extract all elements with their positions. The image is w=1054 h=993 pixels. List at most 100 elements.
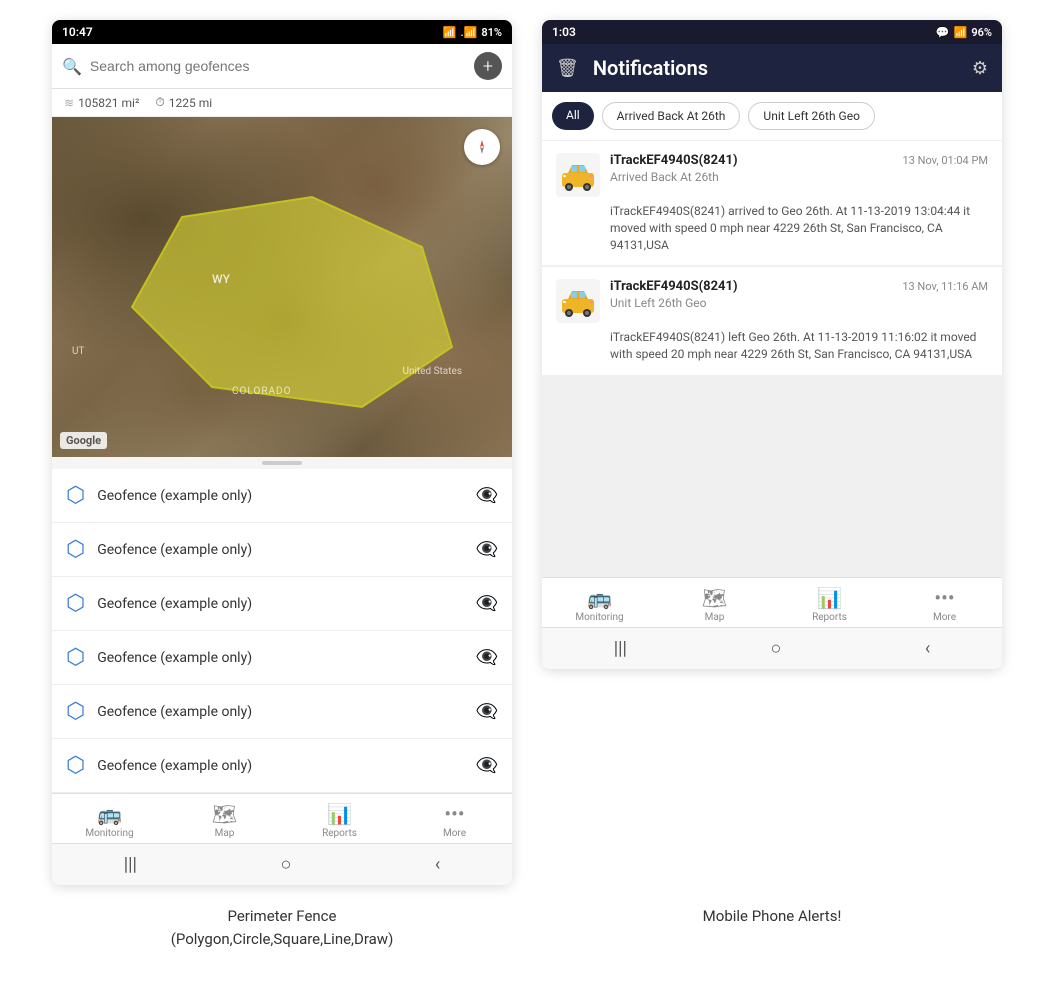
scroll-indicator [52, 457, 512, 469]
geofence-icon-4: ⬡ [66, 645, 85, 670]
map-container[interactable]: WY COLORADO United States UT Google [52, 117, 512, 457]
timestamp-2: 13 Nov, 11:16 AM [902, 280, 988, 293]
nav-more-left[interactable]: ••• More [397, 802, 512, 839]
geofence-icon-2: ⬡ [66, 537, 85, 562]
car-avatar-2 [556, 279, 600, 323]
nav-reports-right[interactable]: 📊 Reports [772, 586, 887, 623]
nav-map-left[interactable]: 🗺 Map [167, 802, 282, 839]
notif-description-2: iTrackEF4940S(8241) left Geo 26th. At 11… [610, 329, 988, 363]
geofence-visibility-6[interactable]: 👁‍🗨 [476, 755, 498, 776]
nav-monitoring-right[interactable]: 🚌 Monitoring [542, 586, 657, 623]
right-phone: 1:03 💬 📶 96% 🗑 Notifications ⚙ All Arriv… [542, 20, 1002, 669]
geofence-item-6[interactable]: ⬡ Geofence (example only) 👁‍🗨 [52, 739, 512, 793]
notif-description-1: iTrackEF4940S(8241) arrived to Geo 26th.… [610, 203, 988, 253]
settings-button[interactable]: ⚙ [972, 58, 988, 79]
map-label-wy: WY [212, 272, 230, 286]
nav-reports-left[interactable]: 📊 Reports [282, 802, 397, 839]
reports-icon-right: 📊 [817, 586, 842, 610]
search-bar: 🔍 + [52, 44, 512, 89]
more-icon-right: ••• [934, 586, 954, 610]
monitoring-label-right: Monitoring [575, 612, 623, 623]
map-icon: 🗺 [212, 802, 237, 826]
captions-row: Perimeter Fence(Polygon,Circle,Square,Li… [0, 895, 1054, 960]
geofence-name-5: Geofence (example only) [97, 704, 463, 720]
android-home-right[interactable]: ○ [770, 638, 781, 659]
wifi-icon-right: 📶 [954, 26, 968, 39]
geofence-item-5[interactable]: ⬡ Geofence (example only) 👁‍🗨 [52, 685, 512, 739]
geofence-name-3: Geofence (example only) [97, 596, 463, 612]
geofence-visibility-4[interactable]: 👁‍🗨 [476, 647, 498, 668]
map-label: Map [215, 828, 235, 839]
area-stat: ≋ 105821 mi² [64, 96, 139, 110]
geofence-name-4: Geofence (example only) [97, 650, 463, 666]
area-value: 105821 mi² [78, 96, 139, 110]
signal-icon: .📶 [460, 26, 477, 39]
geofence-item-2[interactable]: ⬡ Geofence (example only) 👁‍🗨 [52, 523, 512, 577]
notif-meta-1: iTrackEF4940S(8241) 13 Nov, 01:04 PM Arr… [610, 153, 988, 184]
android-back-right[interactable]: ‹ [925, 638, 930, 659]
compass-button[interactable] [464, 129, 500, 165]
more-label-right: More [933, 612, 956, 623]
notification-card-1[interactable]: iTrackEF4940S(8241) 13 Nov, 01:04 PM Arr… [542, 141, 1002, 265]
geofence-visibility-5[interactable]: 👁‍🗨 [476, 701, 498, 722]
event-type-2: Unit Left 26th Geo [610, 296, 988, 310]
monitoring-icon: 🚌 [97, 802, 122, 826]
geofence-list: ⬡ Geofence (example only) 👁‍🗨 ⬡ Geofence… [52, 469, 512, 793]
notif-header-row-1: iTrackEF4940S(8241) 13 Nov, 01:04 PM [610, 153, 988, 168]
notifications-list: iTrackEF4940S(8241) 13 Nov, 01:04 PM Arr… [542, 141, 1002, 577]
geofence-item-3[interactable]: ⬡ Geofence (example only) 👁‍🗨 [52, 577, 512, 631]
status-bar-right: 1:03 💬 📶 96% [542, 20, 1002, 44]
android-recent-right[interactable]: ||| [614, 638, 627, 659]
notification-card-2[interactable]: iTrackEF4940S(8241) 13 Nov, 11:16 AM Uni… [542, 267, 1002, 375]
stats-bar: ≋ 105821 mi² ⏱ 1225 mi [52, 89, 512, 117]
page-title: Notifications [593, 56, 958, 80]
caption-right: Mobile Phone Alerts! [542, 905, 1002, 950]
status-icons-right: 💬 📶 96% [936, 26, 992, 39]
left-phone: 10:47 📶 .📶 81% 🔍 + ≋ 105821 mi² ⏱ 1225 m… [52, 20, 512, 885]
compass-icon [473, 138, 491, 156]
map-label-us: United States [402, 366, 462, 377]
monitoring-icon-right: 🚌 [587, 586, 612, 610]
empty-area [542, 377, 1002, 577]
chat-icon: 💬 [936, 26, 950, 39]
device-name-2: iTrackEF4940S(8241) [610, 279, 738, 294]
android-nav-left: ||| ○ ‹ [52, 843, 512, 885]
filter-tab-left[interactable]: Unit Left 26th Geo [748, 102, 875, 130]
filter-tabs: All Arrived Back At 26th Unit Left 26th … [542, 92, 1002, 141]
search-input[interactable] [90, 58, 466, 74]
map-icon-right: 🗺 [702, 586, 727, 610]
geofence-visibility-3[interactable]: 👁‍🗨 [476, 593, 498, 614]
delete-button[interactable]: 🗑 [556, 58, 579, 79]
car-avatar-1 [556, 153, 600, 197]
geofence-item-1[interactable]: ⬡ Geofence (example only) 👁‍🗨 [52, 469, 512, 523]
more-icon-left: ••• [444, 802, 464, 826]
android-back-left[interactable]: ‹ [435, 854, 440, 875]
time-left: 10:47 [62, 25, 93, 39]
status-bar-left: 10:47 📶 .📶 81% [52, 20, 512, 44]
add-geofence-button[interactable]: + [474, 52, 502, 80]
android-home-left[interactable]: ○ [280, 854, 291, 875]
geofence-item-4[interactable]: ⬡ Geofence (example only) 👁‍🗨 [52, 631, 512, 685]
filter-tab-all[interactable]: All [552, 102, 594, 130]
geofence-icon-1: ⬡ [66, 483, 85, 508]
nav-more-right[interactable]: ••• More [887, 586, 1002, 623]
map-label-colorado: COLORADO [232, 386, 291, 397]
geofence-visibility-2[interactable]: 👁‍🗨 [476, 539, 498, 560]
reports-label: Reports [322, 828, 357, 839]
timestamp-1: 13 Nov, 01:04 PM [903, 154, 988, 167]
caption-right-text: Mobile Phone Alerts! [703, 907, 842, 925]
battery-left: 81% [481, 26, 502, 39]
geofence-visibility-1[interactable]: 👁‍🗨 [476, 485, 498, 506]
event-type-1: Arrived Back At 26th [610, 170, 988, 184]
filter-tab-arrived[interactable]: Arrived Back At 26th [602, 102, 741, 130]
distance-value: 1225 mi [169, 96, 212, 110]
clock-icon: ⏱ [155, 95, 164, 110]
geofence-icon-5: ⬡ [66, 699, 85, 724]
android-recent-left[interactable]: ||| [124, 854, 137, 875]
bottom-nav-left: 🚌 Monitoring 🗺 Map 📊 Reports ••• More [52, 793, 512, 843]
nav-map-right[interactable]: 🗺 Map [657, 586, 772, 623]
nav-monitoring-left[interactable]: 🚌 Monitoring [52, 802, 167, 839]
notif-header-1: iTrackEF4940S(8241) 13 Nov, 01:04 PM Arr… [556, 153, 988, 197]
notif-header-2: iTrackEF4940S(8241) 13 Nov, 11:16 AM Uni… [556, 279, 988, 323]
battery-right: 96% [971, 26, 992, 39]
